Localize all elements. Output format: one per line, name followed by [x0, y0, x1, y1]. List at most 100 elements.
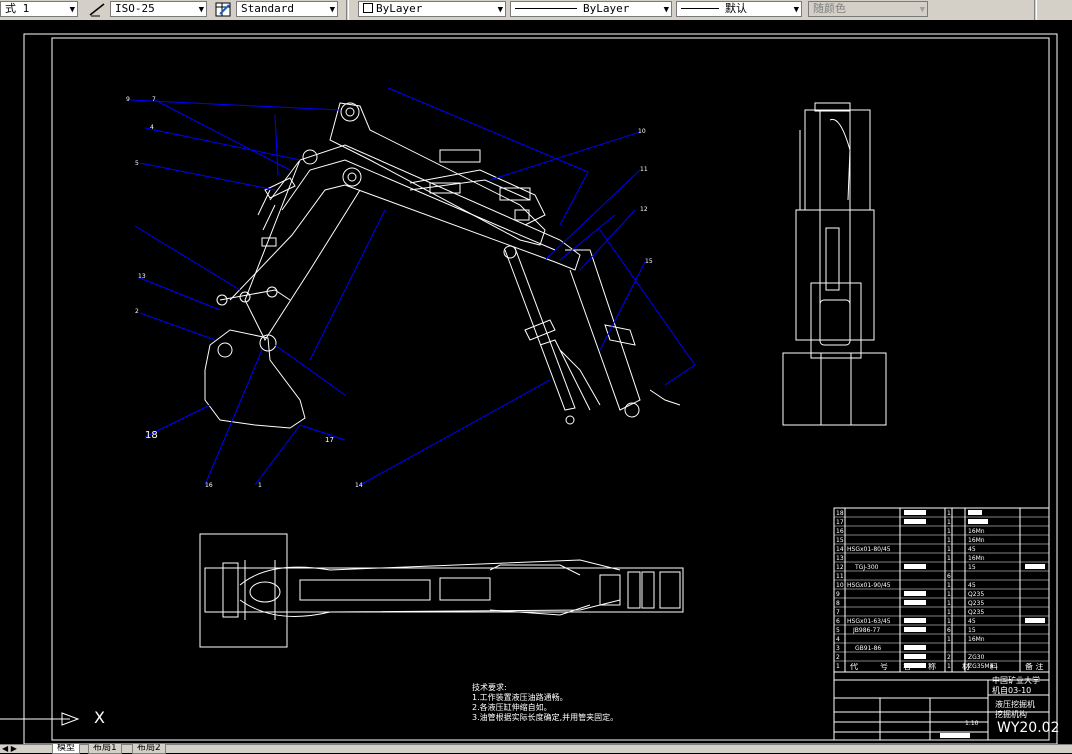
- header-note: 料: [990, 663, 998, 671]
- part-label-16: 16: [205, 482, 213, 489]
- drawing-title-2: 挖掘机构: [995, 710, 1027, 719]
- part-label-1: 1: [258, 482, 262, 489]
- chevron-down-icon: ▼: [69, 5, 75, 15]
- parts-row-material: 16Mn: [968, 537, 985, 544]
- leader-lines: [129, 87, 696, 486]
- side-view: [204, 102, 681, 429]
- parts-row-qty: 1: [947, 609, 951, 616]
- parts-row-qty: 1: [947, 618, 951, 625]
- parts-row-material: Q235: [968, 591, 985, 598]
- parts-row-qty: 6: [947, 627, 951, 634]
- header-name: 号: [880, 663, 888, 671]
- technical-notes-line-3: 3.油管根据实际长度确定,并用管夹固定。: [472, 713, 619, 722]
- parts-row-no: 16: [836, 528, 844, 535]
- drawing-svg: [0, 33, 1058, 744]
- parts-row-code: HSGx01-80/45: [847, 546, 891, 553]
- parts-row-code: TGJ-300: [855, 564, 879, 571]
- part-label-7: 7: [152, 96, 156, 103]
- linetype-select[interactable]: ByLayer ▼: [510, 1, 672, 17]
- parts-row-code: JB986-77: [853, 627, 881, 634]
- parts-row-no: 12: [836, 564, 844, 571]
- text-style-select[interactable]: 式 1 ▼: [0, 1, 78, 17]
- chevron-down-icon: ▼: [198, 5, 204, 15]
- parts-row-material: Q235: [968, 609, 985, 616]
- parts-row-qty: 1: [947, 528, 951, 535]
- top-view: [199, 533, 684, 648]
- plotstyle-value: 随颜色: [813, 2, 846, 15]
- color-value: ByLayer: [376, 2, 423, 15]
- parts-row-no: 3: [836, 645, 840, 652]
- parts-row-no: 15: [836, 537, 844, 544]
- parts-row-no: 11: [836, 573, 844, 580]
- part-label-9: 9: [126, 96, 130, 103]
- table-style-select[interactable]: Standard ▼: [236, 1, 338, 17]
- parts-row-material: Q235: [968, 600, 985, 607]
- technical-notes: 技术要求: 1.工作装置液压油路通畅。 2.各液压缸伸缩自如。 3.油管根据实际…: [472, 683, 618, 723]
- parts-row-no: 13: [836, 555, 844, 562]
- ucs-x-label: X: [94, 708, 105, 727]
- part-label-5: 5: [135, 160, 139, 167]
- parts-row-no: 6: [836, 618, 840, 625]
- part-label-2: 2: [135, 308, 139, 315]
- parts-row-qty: 1: [947, 555, 951, 562]
- parts-row-material: 16Mn: [968, 555, 985, 562]
- chevron-down-icon: ▼: [329, 5, 335, 15]
- parts-row-no: 8: [836, 600, 840, 607]
- parts-row-code: HSGx01-90/45: [847, 582, 891, 589]
- part-label-17: 17: [325, 436, 334, 444]
- parts-row-qty: 1: [947, 636, 951, 643]
- parts-row-qty: 2: [947, 654, 951, 661]
- table-style-icon[interactable]: [214, 1, 232, 18]
- outer-frame: [23, 33, 1058, 744]
- toolbar-separator: [1034, 0, 1037, 20]
- dimension-style-icon[interactable]: [88, 1, 106, 18]
- drawing-number: WY20.02: [997, 720, 1060, 736]
- dimension-style-select[interactable]: ISO-25 ▼: [110, 1, 207, 17]
- parts-row-material: ZG30: [968, 654, 985, 661]
- front-view: [782, 102, 887, 426]
- parts-row-material: 45: [968, 582, 976, 589]
- lineweight-sample: [681, 8, 719, 9]
- parts-row-code: GB91-86: [855, 645, 882, 652]
- drawing-canvas[interactable]: 9 7 4 5 13 2 18 16 1 17 14 10 11 12 15 X…: [0, 20, 1072, 744]
- parts-row-qty: 1: [947, 537, 951, 544]
- parts-row-material: 16Mn: [968, 528, 985, 535]
- class-name: 机自03-10: [992, 686, 1032, 695]
- parts-row-qty: 1: [947, 519, 951, 526]
- parts-row-material: 16Mn: [968, 636, 985, 643]
- parts-row-no: 14: [836, 546, 844, 553]
- parts-row-no: 5: [836, 627, 840, 634]
- part-label-13: 13: [138, 273, 146, 280]
- tab-layout2[interactable]: 布局2: [132, 744, 166, 754]
- part-label-4: 4: [150, 124, 154, 131]
- chevron-down-icon: ▼: [497, 5, 503, 15]
- part-label-12: 12: [640, 206, 648, 213]
- header-remark: 备 注: [1025, 663, 1044, 671]
- table-style-value: Standard: [241, 2, 294, 15]
- color-select[interactable]: ByLayer ▼: [358, 1, 506, 17]
- parts-row-material: 15: [968, 564, 976, 571]
- part-label-18: 18: [145, 430, 158, 441]
- lineweight-select[interactable]: 默认 ▼: [676, 1, 802, 17]
- inner-frame: [51, 37, 1050, 741]
- parts-row-qty: 6: [947, 573, 951, 580]
- parts-row-material: 45: [968, 618, 976, 625]
- tab-layout1[interactable]: 布局1: [88, 744, 122, 754]
- parts-row-qty: 1: [947, 591, 951, 598]
- header-qty: 名: [903, 663, 911, 671]
- part-label-11: 11: [640, 166, 648, 173]
- parts-row-material: 45: [968, 546, 976, 553]
- parts-row-no: 7: [836, 609, 840, 616]
- parts-row-qty: 1: [947, 546, 951, 553]
- toolbar-separator: [346, 0, 349, 20]
- tab-model[interactable]: 模型: [52, 744, 81, 754]
- parts-row-no: 1: [836, 663, 840, 670]
- chevron-down-icon: ▼: [663, 5, 669, 15]
- linetype-sample: [515, 8, 577, 9]
- parts-row-no: 18: [836, 510, 844, 517]
- part-label-15: 15: [645, 258, 653, 265]
- ucs-icon: [0, 712, 80, 726]
- parts-row-code: HSGx01-63/45: [847, 618, 891, 625]
- drawing-scale: 1:10: [965, 720, 979, 727]
- parts-row-qty: 1: [947, 510, 951, 517]
